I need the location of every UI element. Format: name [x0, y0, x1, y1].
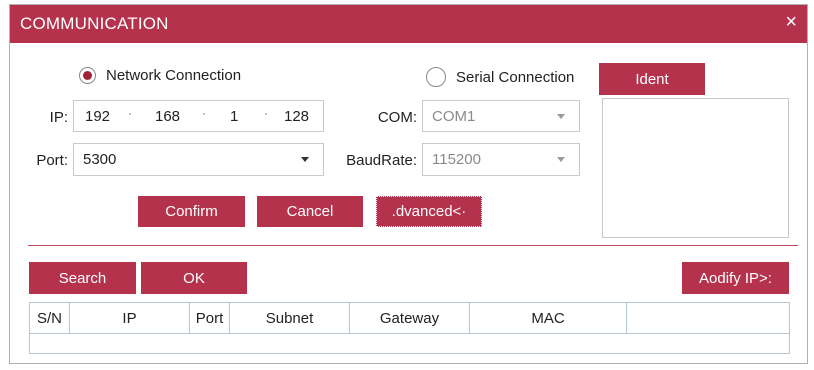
ip-octet-1[interactable]: 192: [85, 108, 110, 125]
baudrate-label: BaudRate:: [346, 152, 417, 169]
ip-separator: ·: [202, 106, 206, 120]
com-select[interactable]: COM1: [422, 100, 580, 132]
port-label: Port:: [36, 152, 68, 169]
chevron-down-icon: [301, 157, 309, 162]
modify-ip-button[interactable]: Aodify IP>:: [682, 262, 789, 294]
radio-unchecked-icon: [426, 67, 446, 87]
ok-button[interactable]: OK: [141, 262, 247, 294]
network-connection-label: Network Connection: [106, 67, 242, 84]
ip-separator: ·: [264, 106, 268, 120]
column-header: [627, 303, 789, 333]
ip-label: IP:: [49, 109, 68, 126]
chevron-down-icon: [557, 157, 565, 162]
radio-checked-icon: [79, 67, 96, 84]
cancel-button[interactable]: Cancel: [257, 196, 363, 227]
baudrate-value: 115200: [432, 151, 481, 168]
ident-result-box: [602, 98, 789, 238]
title-bar: COMMUNICATION ×: [10, 5, 807, 43]
chevron-down-icon: [557, 114, 565, 119]
port-value: 5300: [83, 151, 117, 168]
ip-octet-2[interactable]: 168: [155, 108, 180, 125]
serial-connection-radio[interactable]: Serial Connection: [426, 67, 574, 87]
section-divider: [28, 245, 798, 246]
serial-connection-label: Serial Connection: [456, 68, 575, 86]
ip-separator: ·: [128, 106, 132, 120]
ip-octet-4[interactable]: 128: [284, 108, 309, 125]
ip-octet-3[interactable]: 1: [230, 108, 238, 125]
close-icon[interactable]: ×: [785, 12, 797, 32]
column-header[interactable]: MAC: [470, 303, 627, 333]
column-header[interactable]: S/N: [30, 303, 70, 333]
column-header[interactable]: Subnet: [230, 303, 350, 333]
column-header[interactable]: Port: [190, 303, 230, 333]
port-select[interactable]: 5300: [73, 143, 324, 176]
ident-button[interactable]: Ident: [599, 63, 705, 95]
confirm-button[interactable]: Confirm: [138, 196, 245, 227]
ip-address-input[interactable]: 192 · 168 · 1 · 128: [73, 100, 324, 132]
com-value: COM1: [432, 108, 476, 125]
dialog-title: COMMUNICATION: [20, 14, 169, 33]
baudrate-select[interactable]: 115200: [422, 143, 580, 176]
com-label: COM:: [377, 109, 417, 126]
communication-dialog: COMMUNICATION × Network Connection Seria…: [9, 4, 808, 364]
advanced-button[interactable]: .dvanced<·: [376, 196, 482, 227]
table-header: S/N IP Port Subnet Gateway MAC: [30, 303, 789, 334]
search-button[interactable]: Search: [29, 262, 136, 294]
column-header[interactable]: IP: [70, 303, 190, 333]
network-connection-radio[interactable]: Network Connection: [79, 67, 241, 84]
column-header[interactable]: Gateway: [350, 303, 470, 333]
device-table: S/N IP Port Subnet Gateway MAC: [29, 302, 790, 354]
